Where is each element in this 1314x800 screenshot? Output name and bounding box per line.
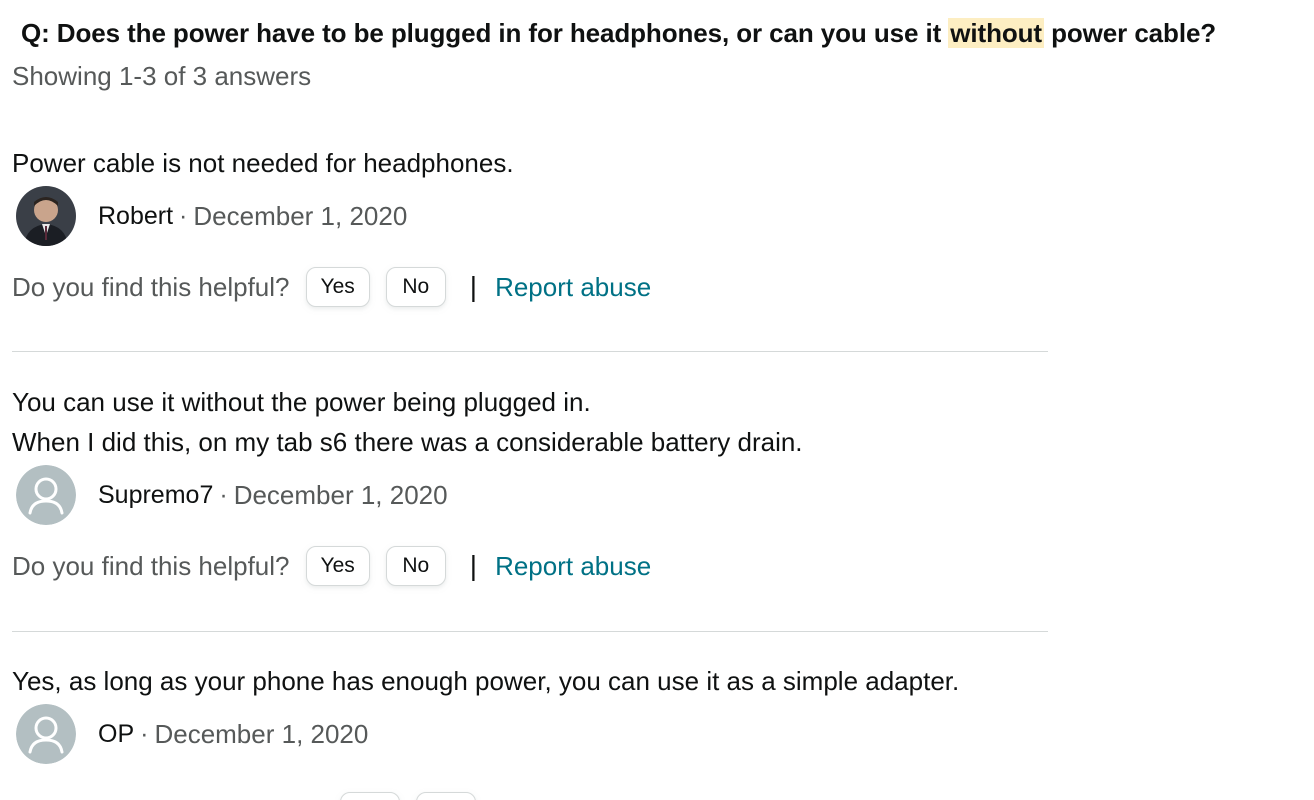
pipe-separator: | [469,550,478,581]
helpful-row: Do you find this helpful? Yes No | Repor… [12,536,1048,596]
answer-line: When I did this, on my tab s6 there was … [12,427,803,457]
profile-default-avatar[interactable] [16,704,76,764]
yes-button[interactable]: Yes [305,546,370,586]
author-row: Robert · December 1, 2020 [12,185,1048,247]
answer-text: Power cable is not needed for headphones… [12,143,1048,183]
cutoff-helpful-buttons [340,792,492,800]
author-name[interactable]: Robert [98,202,173,231]
profile-photo-avatar[interactable] [16,186,76,246]
question-suffix: power cable? [1044,18,1217,48]
answer-divider [12,351,1048,352]
answer-item: You can use it without the power being p… [12,382,1048,596]
separator-dot: · [179,201,188,230]
answer-date: December 1, 2020 [154,718,369,749]
author-name[interactable]: Supremo7 [98,481,213,510]
question-title: Q: Does the power have to be plugged in … [21,14,1216,52]
separator-dot: · [219,480,228,509]
answer-date: December 1, 2020 [233,479,448,510]
answer-text: Yes, as long as your phone has enough po… [12,661,1048,701]
helpful-question: Do you find this helpful? [12,550,290,581]
yes-button-partial[interactable] [340,792,400,800]
answer-divider [12,631,1048,632]
report-abuse-link[interactable]: Report abuse [495,272,651,303]
answer-line: Power cable is not needed for headphones… [12,148,514,178]
no-button[interactable]: No [385,267,446,307]
author-name[interactable]: OP [98,720,134,749]
answer-text: You can use it without the power being p… [12,382,1048,462]
yes-button[interactable]: Yes [305,267,370,307]
answer-line: You can use it without the power being p… [12,387,591,417]
answer-line: Yes, as long as your phone has enough po… [12,666,960,696]
report-abuse-link[interactable]: Report abuse [495,551,651,582]
author-row: Supremo7 · December 1, 2020 [12,464,1048,526]
no-button[interactable]: No [385,546,446,586]
separator-dot: · [140,719,149,748]
qa-page: Q: Does the power have to be plugged in … [0,0,1314,800]
answer-count: Showing 1-3 of 3 answers [12,61,312,91]
question-prefix: Q: Does the power have to be plugged in … [21,18,949,48]
person-photo-icon [16,186,76,246]
default-user-icon [16,465,76,525]
answer-item: Yes, as long as your phone has enough po… [12,661,1048,765]
author-row: OP · December 1, 2020 [12,703,1048,765]
answer-date: December 1, 2020 [193,200,408,231]
pipe-separator: | [469,271,478,302]
answer-item: Power cable is not needed for headphones… [12,143,1048,317]
helpful-question: Do you find this helpful? [12,271,290,302]
helpful-row: Do you find this helpful? Yes No | Repor… [12,257,1048,317]
default-user-icon [16,704,76,764]
profile-default-avatar[interactable] [16,465,76,525]
no-button-partial[interactable] [416,792,476,800]
search-highlight: without [948,18,1044,48]
